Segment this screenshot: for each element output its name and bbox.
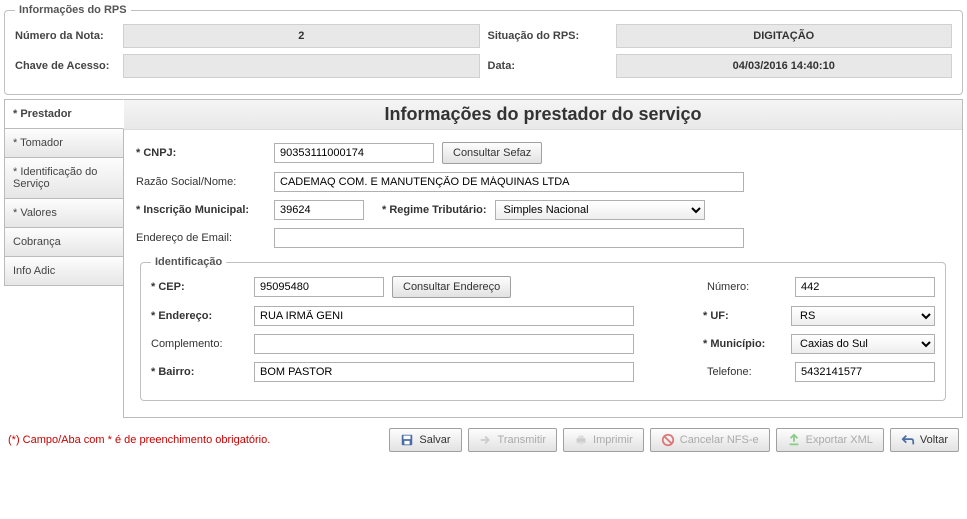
email-input[interactable] [274,228,744,248]
uf-select[interactable]: RS [791,306,935,326]
telefone-input[interactable] [795,362,935,382]
data-value: 04/03/2016 14:40:10 [616,54,953,78]
tab-tomador[interactable]: * Tomador [4,128,124,158]
exportar-xml-button[interactable]: Exportar XML [776,428,884,452]
identificacao-legend: Identificação [151,256,226,268]
regime-label: * Regime Tributário: [382,204,487,216]
complemento-input[interactable] [254,334,634,354]
consultar-endereco-button[interactable]: Consultar Endereço [392,276,511,298]
numero-label: Número: [707,281,787,293]
numero-nota-value: 2 [123,24,480,48]
chave-value [123,54,480,78]
razao-input[interactable] [274,172,744,192]
tab-valores[interactable]: * Valores [4,198,124,228]
export-icon [787,433,801,447]
complemento-label: Complemento: [151,338,246,350]
print-icon [574,433,588,447]
imprimir-button[interactable]: Imprimir [563,428,644,452]
save-icon [400,433,414,447]
municipio-select[interactable]: Caxias do Sul [791,334,935,354]
municipio-label: * Município: [703,338,783,350]
back-icon [901,433,915,447]
rps-info-fieldset: Informações do RPS Número da Nota: 2 Sit… [4,4,963,95]
cnpj-input[interactable] [274,143,434,163]
telefone-label: Telefone: [707,366,787,378]
bairro-input[interactable] [254,362,634,382]
chave-label: Chave de Acesso: [15,60,115,72]
situacao-value: DIGITAÇÃO [616,24,953,48]
email-label: Endereço de Email: [136,232,266,244]
inscricao-input[interactable] [274,200,364,220]
transmit-icon [479,433,493,447]
required-note: (*) Campo/Aba com * é de preenchimento o… [8,434,270,446]
razao-label: Razão Social/Nome: [136,176,266,188]
endereco-input[interactable] [254,306,634,326]
tab-info-adic[interactable]: Info Adic [4,256,124,286]
numero-input[interactable] [795,277,935,297]
cnpj-label: * CNPJ: [136,147,266,159]
inscricao-label: * Inscrição Municipal: [136,204,266,216]
identificacao-fieldset: Identificação * CEP: Consultar Endereço … [140,256,946,401]
uf-label: * UF: [703,310,783,322]
tab-cobranca[interactable]: Cobrança [4,227,124,257]
transmitir-button[interactable]: Transmitir [468,428,557,452]
salvar-button[interactable]: Salvar [389,428,461,452]
tab-list: * Prestador * Tomador * Identificação do… [4,99,124,418]
footer-bar: (*) Campo/Aba com * é de preenchimento o… [0,422,967,458]
rps-legend: Informações do RPS [15,4,131,16]
tab-identificacao-servico[interactable]: * Identificação do Serviço [4,157,124,199]
cep-input[interactable] [254,277,384,297]
tab-prestador[interactable]: * Prestador [4,99,124,129]
voltar-button[interactable]: Voltar [890,428,959,452]
consultar-sefaz-button[interactable]: Consultar Sefaz [442,142,542,164]
data-label: Data: [488,60,608,72]
bairro-label: * Bairro: [151,366,246,378]
numero-nota-label: Número da Nota: [15,30,115,42]
endereco-label: * Endereço: [151,310,246,322]
situacao-label: Situação do RPS: [488,30,608,42]
regime-select[interactable]: Simples Nacional [495,200,705,220]
cep-label: * CEP: [151,281,246,293]
cancel-icon [661,433,675,447]
cancelar-nfse-button[interactable]: Cancelar NFS-e [650,428,770,452]
prestador-panel: Informações do prestador do serviço * CN… [123,99,963,418]
panel-title: Informações do prestador do serviço [124,100,962,130]
